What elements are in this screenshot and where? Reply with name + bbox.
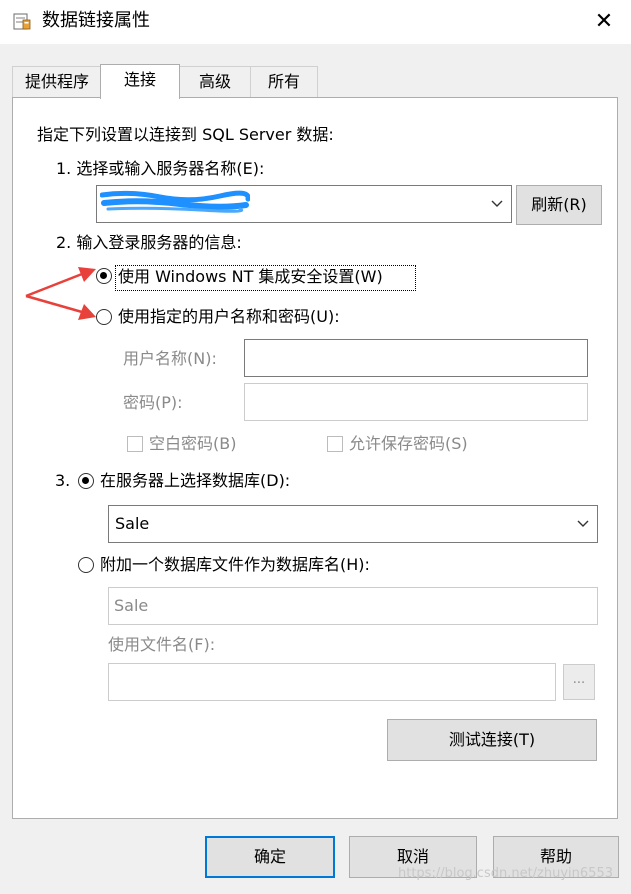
database-value: Sale <box>115 514 150 533</box>
browse-button[interactable]: ... <box>563 664 595 700</box>
annotation-arrows <box>25 267 96 320</box>
intro-text: 指定下列设置以连接到 SQL Server 数据: <box>37 125 334 144</box>
attach-db-name-input[interactable]: Sale <box>108 587 598 625</box>
attach-db-name-value: Sale <box>114 596 149 615</box>
tab-advanced[interactable]: 高级 <box>178 66 252 97</box>
attach-db-radio[interactable] <box>78 557 94 573</box>
tab-connection[interactable]: 连接 <box>100 64 180 99</box>
db-select-radio[interactable] <box>78 473 94 489</box>
test-connection-button[interactable]: 测试连接(T) <box>387 719 597 761</box>
login-info-label: 2. 输入登录服务器的信息: <box>56 233 242 252</box>
allow-save-password-label: 允许保存密码(S) <box>349 434 468 453</box>
title-bar: 数据链接属性 ✕ <box>0 0 631 44</box>
auth-windows-label[interactable]: 使用 Windows NT 集成安全设置(W) <box>118 266 383 288</box>
username-input[interactable] <box>244 339 588 377</box>
auth-sql-label[interactable]: 使用指定的用户名称和密码(U): <box>118 306 340 328</box>
server-name-label: 1. 选择或输入服务器名称(E): <box>56 159 265 178</box>
redaction-scribble <box>100 190 250 213</box>
chevron-down-icon[interactable] <box>575 516 591 532</box>
data-link-icon <box>13 13 31 30</box>
tab-provider[interactable]: 提供程序 <box>12 66 102 97</box>
password-label: 密码(P): <box>123 393 183 412</box>
refresh-button[interactable]: 刷新(R) <box>516 185 602 225</box>
tab-strip: 提供程序 连接 高级 所有 <box>12 64 618 99</box>
blank-password-checkbox[interactable] <box>127 436 143 452</box>
close-button[interactable]: ✕ <box>584 6 624 38</box>
blank-password-label: 空白密码(B) <box>149 434 237 453</box>
step3-number: 3. <box>55 471 71 490</box>
ok-button[interactable]: 确定 <box>205 836 335 878</box>
chevron-down-icon[interactable] <box>489 196 505 212</box>
db-select-label[interactable]: 在服务器上选择数据库(D): <box>100 470 290 492</box>
tab-all[interactable]: 所有 <box>250 66 318 97</box>
username-label: 用户名称(N): <box>123 349 217 368</box>
attach-db-label[interactable]: 附加一个数据库文件作为数据库名(H): <box>100 554 370 576</box>
database-combo[interactable]: Sale <box>108 505 598 543</box>
filename-input[interactable] <box>108 663 556 701</box>
window-title: 数据链接属性 <box>42 10 150 31</box>
allow-save-password-checkbox[interactable] <box>327 436 343 452</box>
password-input[interactable] <box>244 383 588 421</box>
watermark-text: https://blog.csdn.net/zhuyin6553 <box>398 866 613 881</box>
filename-label: 使用文件名(F): <box>108 635 216 654</box>
